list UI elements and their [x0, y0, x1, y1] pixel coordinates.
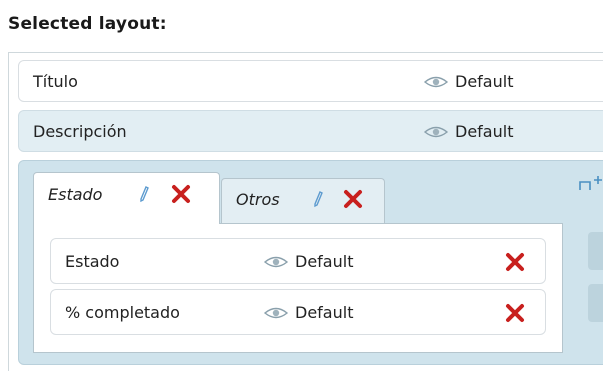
eye-icon [423, 76, 449, 87]
selected-layout-heading: Selected layout: [8, 14, 167, 34]
field-label: Estado [65, 252, 120, 271]
eye-icon [423, 126, 449, 137]
tab-field-estado[interactable]: Estado Default [50, 238, 546, 284]
tab-label: Estado [48, 185, 103, 204]
pencil-icon[interactable] [312, 190, 324, 208]
add-tab-icon[interactable] [578, 176, 603, 192]
close-icon[interactable] [342, 188, 364, 210]
visibility-label: Default [455, 72, 514, 91]
visibility-label: Default [455, 122, 514, 141]
layout-row-titulo[interactable]: Título Default [18, 60, 603, 102]
visibility-label: Default [295, 252, 354, 271]
close-icon[interactable] [170, 183, 192, 205]
side-handle[interactable] [588, 284, 603, 322]
layout-row-descripcion[interactable]: Descripción Default [18, 110, 603, 152]
tab-label: Otros [236, 190, 280, 209]
visibility-toggle[interactable]: Default [263, 252, 353, 271]
visibility-toggle[interactable]: Default [423, 72, 513, 91]
row-label: Descripción [33, 122, 127, 141]
tab-otros[interactable]: Otros [221, 178, 385, 224]
row-label: Título [33, 72, 78, 91]
side-handle[interactable] [588, 232, 603, 270]
visibility-toggle[interactable]: Default [263, 303, 353, 322]
close-icon[interactable] [503, 250, 527, 274]
eye-icon [263, 307, 289, 318]
visibility-label: Default [295, 303, 354, 322]
close-icon[interactable] [503, 301, 527, 325]
tab-estado[interactable]: Estado [33, 172, 220, 224]
eye-icon [263, 256, 289, 267]
visibility-toggle[interactable]: Default [423, 122, 513, 141]
field-label: % completado [65, 303, 180, 322]
tab-field-completado[interactable]: % completado Default [50, 289, 546, 335]
pencil-icon[interactable] [138, 185, 150, 203]
